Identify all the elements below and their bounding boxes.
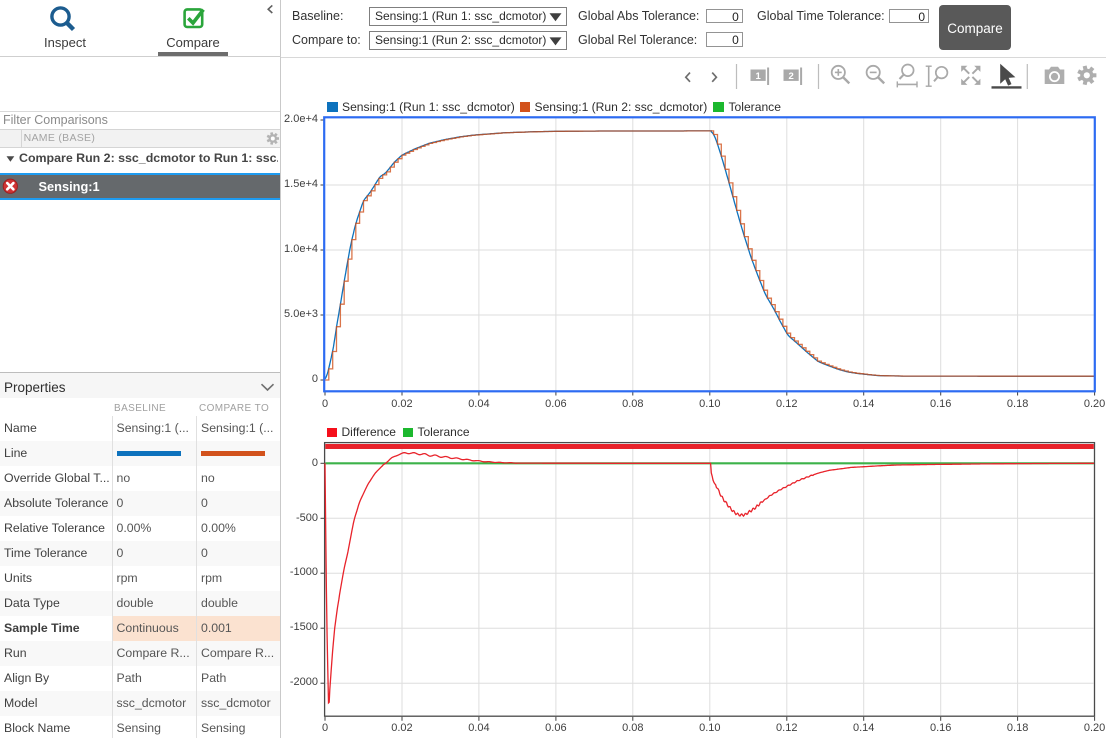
svg-text:1: 1 [755,71,761,82]
svg-text:2: 2 [788,71,793,82]
